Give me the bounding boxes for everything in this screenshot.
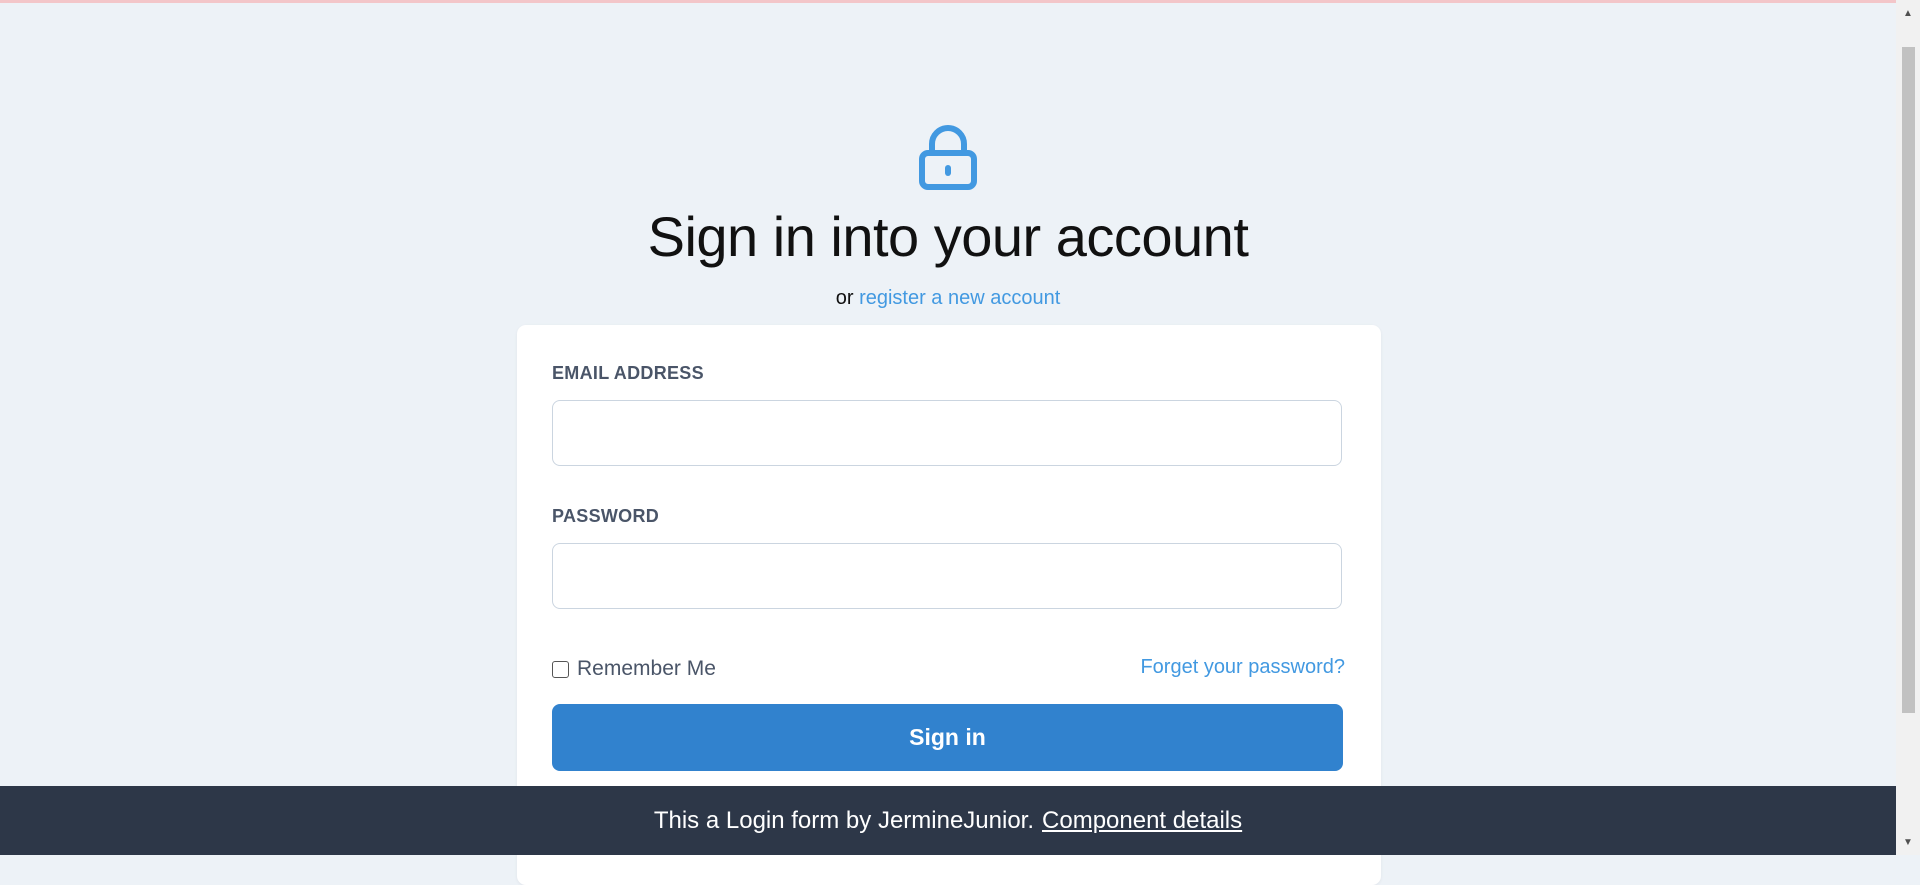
scroll-up-icon[interactable]: ▲ (1896, 4, 1920, 24)
page-title: Sign in into your account (647, 205, 1249, 268)
footer-text: This a Login form by JermineJunior. (653, 806, 1035, 834)
scrollbar-thumb[interactable] (1902, 47, 1915, 713)
scroll-down-icon[interactable]: ▼ (1896, 833, 1920, 853)
password-label: PASSWORD (552, 506, 660, 526)
sign-in-button[interactable]: Sign in (552, 704, 1343, 771)
password-field[interactable] (552, 543, 1342, 609)
remember-label: Remember Me (577, 657, 716, 680)
footer-bar: This a Login form by JermineJunior. Comp… (0, 786, 1896, 855)
register-prompt: or register a new account (0, 287, 1896, 310)
vertical-scrollbar[interactable]: ▲ ▼ (1896, 0, 1920, 855)
remember-checkbox[interactable] (552, 660, 569, 678)
login-header: Sign in into your account or register a … (0, 125, 1896, 310)
forgot-password-link[interactable]: Forget your password? (1140, 656, 1345, 679)
register-prefix: or (835, 287, 854, 309)
email-label: EMAIL ADDRESS (552, 363, 704, 383)
remember-me[interactable]: Remember Me (552, 657, 716, 681)
login-page: Sign in into your account or register a … (0, 0, 1896, 885)
email-field[interactable] (552, 400, 1342, 466)
register-link[interactable]: register a new account (859, 287, 1060, 309)
lock-icon (919, 125, 977, 190)
component-details-link[interactable]: Component details (1042, 807, 1242, 835)
